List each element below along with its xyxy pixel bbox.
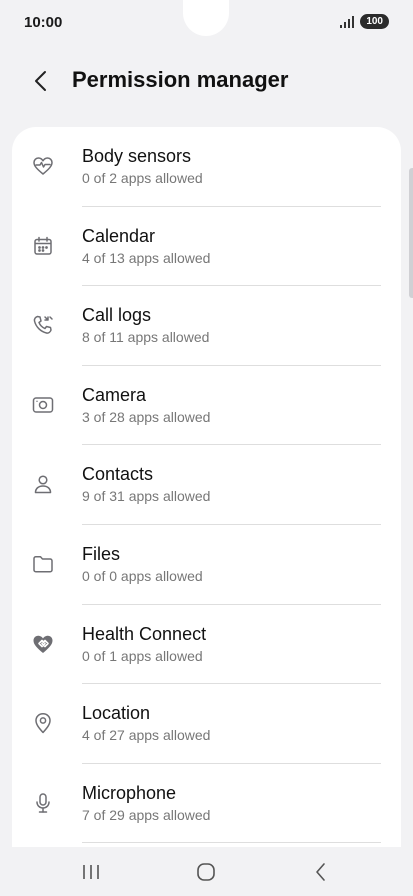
recents-button[interactable] bbox=[78, 859, 104, 885]
permission-label: Microphone bbox=[82, 782, 177, 803]
permission-count: 4 of 27 apps allowed bbox=[82, 727, 211, 744]
folder-icon bbox=[31, 552, 55, 576]
permission-item-contacts[interactable]: Contacts 9 of 31 apps allowed bbox=[12, 445, 401, 525]
home-button[interactable] bbox=[193, 859, 219, 885]
health-connect-icon bbox=[31, 632, 55, 656]
permission-label: Contacts bbox=[82, 464, 154, 485]
page-title: Permission manager bbox=[72, 67, 289, 92]
permission-label: Call logs bbox=[82, 305, 152, 326]
permission-count: 0 of 0 apps allowed bbox=[82, 567, 203, 584]
phone-log-icon bbox=[31, 313, 55, 337]
person-icon bbox=[31, 472, 55, 496]
camera-notch bbox=[183, 0, 229, 36]
permission-count: 0 of 2 apps allowed bbox=[82, 170, 203, 186]
permission-count: 4 of 13 apps allowed bbox=[82, 249, 211, 266]
permission-count: 9 of 31 apps allowed bbox=[82, 488, 211, 505]
chevron-left-icon bbox=[35, 71, 46, 91]
permission-count: 7 of 29 apps allowed bbox=[82, 806, 211, 823]
permission-label: Camera bbox=[82, 384, 147, 405]
permission-count: 3 of 28 apps allowed bbox=[82, 408, 211, 425]
battery-indicator: 100 bbox=[360, 14, 389, 29]
navigation-bar bbox=[0, 847, 413, 896]
status-bar: 10:00 100 bbox=[0, 0, 413, 46]
permission-label: Body sensors bbox=[82, 146, 192, 166]
permission-item-location[interactable]: Location 4 of 27 apps allowed bbox=[12, 684, 401, 764]
permission-item-calendar[interactable]: Calendar 4 of 13 apps allowed bbox=[12, 207, 401, 287]
permission-item-files[interactable]: Files 0 of 0 apps allowed bbox=[12, 525, 401, 605]
divider bbox=[82, 842, 381, 844]
permission-count: 8 of 11 apps allowed bbox=[82, 329, 210, 346]
permission-label: Files bbox=[82, 543, 121, 564]
permission-label: Health Connect bbox=[82, 623, 207, 644]
nav-back-button[interactable] bbox=[308, 859, 334, 885]
camera-icon bbox=[31, 393, 55, 417]
permission-item-health-connect[interactable]: Health Connect 0 of 1 apps allowed bbox=[12, 605, 401, 685]
chevron-left-icon bbox=[316, 863, 325, 881]
signal-icon bbox=[340, 15, 355, 28]
permission-item-microphone[interactable]: Microphone 7 of 29 apps allowed bbox=[12, 764, 401, 844]
scrollbar[interactable] bbox=[409, 168, 413, 298]
heart-pulse-icon bbox=[31, 154, 55, 178]
permission-item-camera[interactable]: Camera 3 of 28 apps allowed bbox=[12, 366, 401, 446]
status-time: 10:00 bbox=[24, 14, 63, 31]
permission-item-call-logs[interactable]: Call logs 8 of 11 apps allowed bbox=[12, 286, 401, 366]
permission-list: Body sensors 0 of 2 apps allowed Calenda… bbox=[12, 127, 401, 847]
microphone-icon bbox=[31, 791, 55, 815]
status-icons: 100 bbox=[340, 14, 389, 29]
permission-label: Location bbox=[82, 703, 151, 724]
permission-item-body-sensors[interactable]: Body sensors 0 of 2 apps allowed bbox=[12, 127, 401, 207]
app-header: Permission manager bbox=[0, 56, 413, 106]
back-button[interactable] bbox=[26, 66, 56, 96]
home-icon bbox=[197, 863, 215, 881]
permission-count: 0 of 1 apps allowed bbox=[82, 647, 203, 664]
recents-icon bbox=[83, 865, 99, 879]
calendar-icon bbox=[31, 234, 55, 258]
location-pin-icon bbox=[31, 711, 55, 735]
permission-label: Calendar bbox=[82, 225, 156, 246]
